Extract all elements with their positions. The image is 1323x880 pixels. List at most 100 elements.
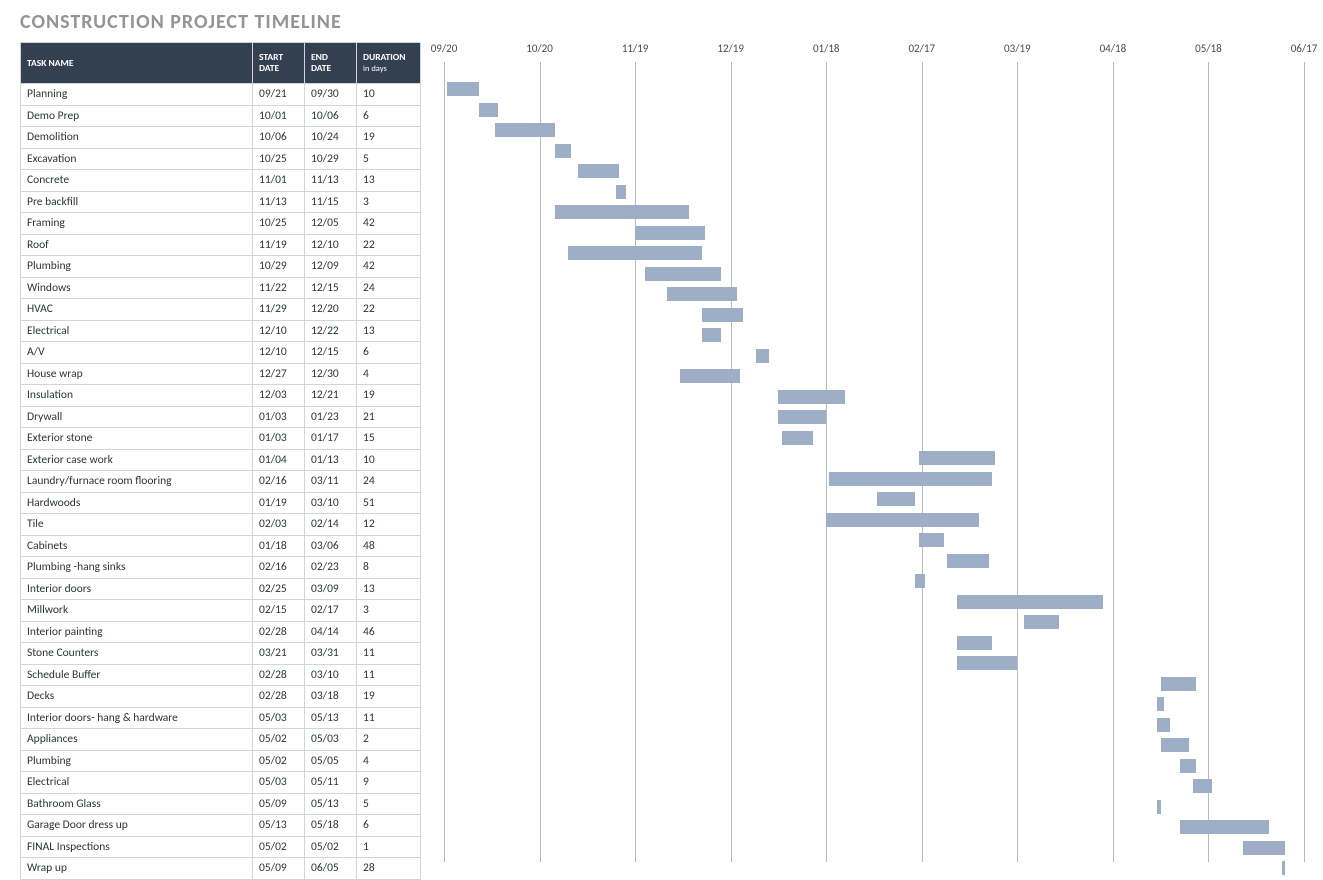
task-name-cell: Bathroom Glass: [21, 793, 253, 815]
task-end-cell: 12/20: [305, 299, 357, 321]
task-end-cell: 03/31: [305, 643, 357, 665]
task-duration-cell: 5: [357, 793, 421, 815]
task-name-cell: Plumbing: [21, 256, 253, 278]
task-duration-cell: 13: [357, 170, 421, 192]
table-row: Concrete11/0111/1313: [21, 170, 421, 192]
gantt-bar: [616, 185, 626, 199]
gantt-bar: [1243, 841, 1284, 855]
table-row: Interior painting02/2804/1446: [21, 621, 421, 643]
table-row: Exterior stone01/0301/1715: [21, 428, 421, 450]
table-row: Hardwoods01/1903/1051: [21, 492, 421, 514]
gantt-bar: [447, 82, 479, 96]
task-start-cell: 05/02: [253, 750, 305, 772]
task-duration-cell: 51: [357, 492, 421, 514]
gantt-bar: [957, 656, 1018, 670]
col-header-task: TASK NAME: [21, 43, 253, 84]
table-row: House wrap12/2712/304: [21, 363, 421, 385]
task-end-cell: 03/11: [305, 471, 357, 493]
task-start-cell: 02/16: [253, 471, 305, 493]
task-duration-cell: 19: [357, 127, 421, 149]
task-duration-cell: 5: [357, 148, 421, 170]
task-duration-cell: 48: [357, 535, 421, 557]
task-duration-cell: 46: [357, 621, 421, 643]
task-end-cell: 12/10: [305, 234, 357, 256]
task-name-cell: Demo Prep: [21, 105, 253, 127]
task-end-cell: 10/06: [305, 105, 357, 127]
gantt-bar: [919, 533, 944, 547]
task-start-cell: 01/18: [253, 535, 305, 557]
task-start-cell: 05/02: [253, 836, 305, 858]
table-row: Plumbing -hang sinks02/1602/238: [21, 557, 421, 579]
gantt-bar: [778, 410, 826, 424]
task-name-cell: Roof: [21, 234, 253, 256]
table-row: Drywall01/0301/2321: [21, 406, 421, 428]
table-row: Insulation12/0312/2119: [21, 385, 421, 407]
task-name-cell: Framing: [21, 213, 253, 235]
col-header-start: STARTDATE: [253, 43, 305, 84]
task-end-cell: 05/05: [305, 750, 357, 772]
task-name-cell: Garage Door dress up: [21, 815, 253, 837]
axis-tick-label: 11/19: [622, 42, 649, 55]
table-row: Interior doors- hang & hardware05/0305/1…: [21, 707, 421, 729]
task-name-cell: Decks: [21, 686, 253, 708]
task-name-cell: Electrical: [21, 320, 253, 342]
task-name-cell: Drywall: [21, 406, 253, 428]
gantt-bar: [635, 226, 705, 240]
task-end-cell: 10/24: [305, 127, 357, 149]
table-row: Decks02/2803/1819: [21, 686, 421, 708]
task-end-cell: 11/15: [305, 191, 357, 213]
axis-tick-label: 01/18: [813, 42, 840, 55]
task-duration-cell: 1: [357, 836, 421, 858]
table-row: Wrap up05/0906/0528: [21, 858, 421, 880]
gantt-bar: [479, 103, 498, 117]
gantt-bar: [645, 267, 721, 281]
gantt-bar: [1024, 615, 1059, 629]
task-end-cell: 05/03: [305, 729, 357, 751]
table-row: Bathroom Glass05/0905/135: [21, 793, 421, 815]
task-start-cell: 10/29: [253, 256, 305, 278]
axis-tick-label: 02/17: [908, 42, 935, 55]
task-start-cell: 01/03: [253, 428, 305, 450]
task-duration-cell: 3: [357, 600, 421, 622]
axis-tick-label: 06/17: [1291, 42, 1318, 55]
gantt-bar: [702, 308, 743, 322]
table-row: HVAC11/2912/2022: [21, 299, 421, 321]
task-duration-cell: 6: [357, 342, 421, 364]
task-duration-cell: 13: [357, 578, 421, 600]
task-start-cell: 02/25: [253, 578, 305, 600]
gridline: [1304, 62, 1305, 862]
axis-tick-label: 10/20: [526, 42, 553, 55]
task-name-cell: Millwork: [21, 600, 253, 622]
task-start-cell: 12/27: [253, 363, 305, 385]
task-name-cell: Cabinets: [21, 535, 253, 557]
task-duration-cell: 13: [357, 320, 421, 342]
task-duration-cell: 10: [357, 84, 421, 106]
task-end-cell: 12/30: [305, 363, 357, 385]
task-duration-cell: 42: [357, 256, 421, 278]
gantt-bar: [1180, 820, 1269, 834]
task-duration-cell: 6: [357, 105, 421, 127]
gantt-bar: [568, 246, 702, 260]
task-name-cell: Interior painting: [21, 621, 253, 643]
task-duration-cell: 19: [357, 385, 421, 407]
table-row: Appliances05/0205/032: [21, 729, 421, 751]
task-name-cell: Interior doors: [21, 578, 253, 600]
task-duration-cell: 3: [357, 191, 421, 213]
task-start-cell: 11/01: [253, 170, 305, 192]
gantt-bar: [947, 554, 988, 568]
gantt-bar: [555, 205, 689, 219]
task-end-cell: 03/09: [305, 578, 357, 600]
gantt-bar: [702, 328, 721, 342]
task-end-cell: 03/18: [305, 686, 357, 708]
task-duration-cell: 4: [357, 363, 421, 385]
task-start-cell: 11/29: [253, 299, 305, 321]
page-title: CONSTRUCTION PROJECT TIMELINE: [20, 10, 1303, 34]
gantt-bar: [829, 472, 991, 486]
task-end-cell: 05/13: [305, 707, 357, 729]
task-start-cell: 05/13: [253, 815, 305, 837]
task-end-cell: 02/17: [305, 600, 357, 622]
task-end-cell: 03/10: [305, 492, 357, 514]
gantt-bar: [877, 492, 915, 506]
task-name-cell: Schedule Buffer: [21, 664, 253, 686]
task-name-cell: Wrap up: [21, 858, 253, 880]
